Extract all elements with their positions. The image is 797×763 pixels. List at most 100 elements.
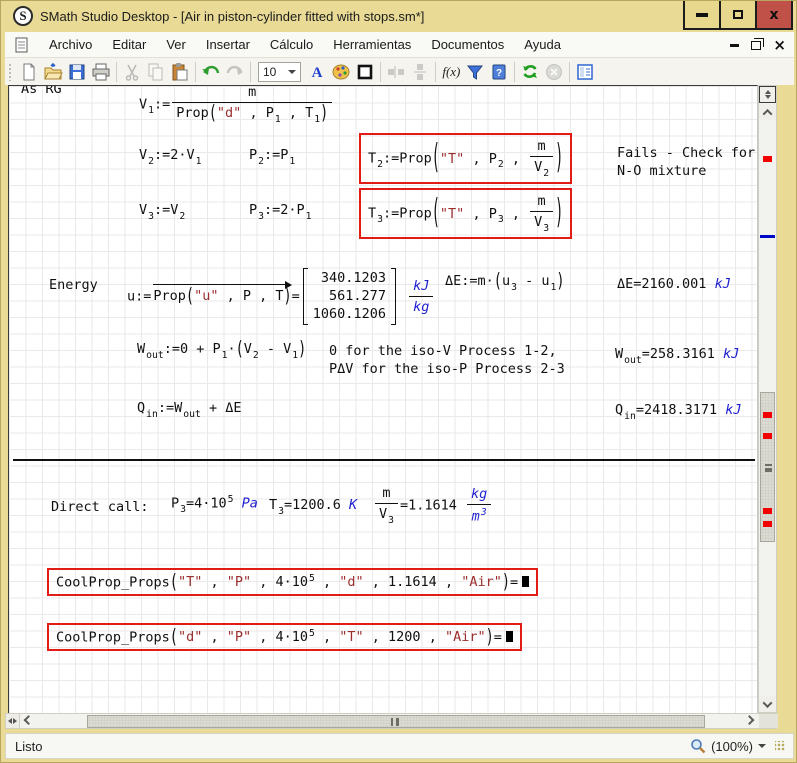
toolbar-grip[interactable] <box>8 63 13 81</box>
align-horizontal-button[interactable] <box>384 60 408 83</box>
result-placeholder <box>522 576 529 587</box>
paste-button[interactable] <box>168 60 192 83</box>
window-maximize-button[interactable] <box>719 1 757 30</box>
mdi-close-button[interactable]: × <box>773 38 786 53</box>
menu-archivo[interactable]: Archivo <box>39 33 102 56</box>
svg-text:?: ? <box>496 68 502 79</box>
mdi-minimize-button[interactable] <box>730 44 739 47</box>
eq-qin-definition[interactable]: Qin:=Wout + ΔE <box>137 399 241 421</box>
menu-herramientas[interactable]: Herramientas <box>323 33 421 56</box>
scroll-down-button[interactable] <box>759 696 776 712</box>
resize-grip[interactable] <box>775 741 785 751</box>
worksheet-canvas[interactable]: As RG V1:=mProp("d" , P1 , T1) V2:=2·V1 P2:… <box>8 85 758 713</box>
eq-p3-result[interactable]: P3=4·105 Pa <box>171 493 258 516</box>
undo-button[interactable] <box>199 60 223 83</box>
recalculate-button[interactable] <box>518 60 542 83</box>
menu-ver[interactable]: Ver <box>156 33 196 56</box>
text-energy-label[interactable]: Energy <box>49 276 98 294</box>
eq-v3-definition[interactable]: V3:=V2 <box>139 201 185 223</box>
copy-button[interactable] <box>144 60 168 83</box>
page-separator-line <box>13 459 755 461</box>
note-fails-check[interactable]: Fails - Check forN-O mixture <box>617 144 755 180</box>
save-button[interactable] <box>65 60 89 83</box>
eq-coolprop-call-1-error[interactable]: CoolProp_Props("T" , "P" , 4·105 , "d" ,… <box>47 568 538 596</box>
menu-ayuda[interactable]: Ayuda <box>514 33 571 56</box>
smath-logo-icon: S <box>13 6 33 26</box>
chevron-up-icon <box>763 108 773 118</box>
title-bar: S SMath Studio Desktop - [Air in piston-… <box>1 1 797 31</box>
palette-button[interactable] <box>329 60 353 83</box>
menu-documentos[interactable]: Documentos <box>421 33 514 56</box>
app-window: S SMath Studio Desktop - [Air in piston-… <box>0 0 797 763</box>
zoom-dropdown-caret-icon[interactable] <box>758 744 766 748</box>
toolbar: 10 A f(x) ? <box>5 58 794 85</box>
window-minimize-button[interactable] <box>683 1 721 30</box>
eq-delta-e-result[interactable]: ΔE=2160.001 kJ <box>617 275 731 293</box>
thumb-grip-icon <box>391 718 399 726</box>
function-insert-button[interactable]: f(x) <box>439 60 463 83</box>
svg-text:A: A <box>312 65 323 81</box>
redo-button[interactable] <box>223 60 247 83</box>
horizontal-scroll-thumb[interactable] <box>87 715 705 728</box>
zoom-level[interactable]: (100%) <box>711 739 753 754</box>
eq-t3-definition-error[interactable]: T3:=Prop("T" , P3 , mV3) <box>359 188 572 239</box>
options-panel-button[interactable] <box>573 60 597 83</box>
cut-button[interactable] <box>120 60 144 83</box>
new-document-button[interactable] <box>17 60 41 83</box>
scroll-up-button[interactable] <box>759 104 776 120</box>
split-view-button[interactable] <box>759 86 776 103</box>
eq-density-result[interactable]: mV3=1.1614 kgm3 <box>373 484 493 527</box>
error-position-marker <box>763 412 772 418</box>
status-message: Listo <box>15 739 42 754</box>
menu-insertar[interactable]: Insertar <box>196 33 260 56</box>
thumb-grip-icon <box>765 464 772 472</box>
status-bar: Listo (100%) <box>5 733 794 759</box>
close-icon: x <box>769 8 778 22</box>
font-size-value: 10 <box>263 65 276 79</box>
scroll-left-button[interactable] <box>21 714 36 728</box>
help-reference-button[interactable]: ? <box>487 60 511 83</box>
eq-delta-e-definition[interactable]: ΔE:=m·(u3 - u1) <box>445 272 564 294</box>
eq-t3-result[interactable]: T3=1200.6 K <box>269 496 357 518</box>
chevron-down-icon <box>763 698 773 708</box>
menu-editar[interactable]: Editar <box>102 33 156 56</box>
font-size-caret-icon <box>288 70 296 74</box>
document-icon <box>15 37 29 53</box>
eq-p2-definition[interactable]: P2:=P1 <box>249 146 295 168</box>
horizontal-scrollbar[interactable] <box>5 713 777 729</box>
note-iso-process[interactable]: 0 for the iso-V Process 1-2,PΔV for the … <box>329 342 565 378</box>
window-close-button[interactable]: x <box>755 1 793 30</box>
text-as-rg[interactable]: As RG <box>21 85 62 98</box>
eq-v1-definition[interactable]: V1:=mProp("d" , P1 , T1) <box>139 85 334 126</box>
menu-calculo[interactable]: Cálculo <box>260 33 323 56</box>
window-title: SMath Studio Desktop - [Air in piston-cy… <box>40 9 424 24</box>
result-placeholder <box>506 631 513 642</box>
eq-wout-definition[interactable]: Wout:=0 + P1·(V2 - V1) <box>137 340 306 362</box>
vertical-scrollbar[interactable] <box>758 85 777 713</box>
open-file-button[interactable] <box>41 60 65 83</box>
chevron-left-icon <box>24 715 34 725</box>
eq-qin-result[interactable]: Qin=2418.3171 kJ <box>615 401 742 423</box>
print-button[interactable] <box>89 60 113 83</box>
stop-calculation-button[interactable] <box>542 60 566 83</box>
eq-coolprop-call-2-error[interactable]: CoolProp_Props("d" , "P" , 4·105 , "T" ,… <box>47 623 522 651</box>
eq-wout-result[interactable]: Wout=258.3161 kJ <box>615 345 739 367</box>
filter-button[interactable] <box>463 60 487 83</box>
mdi-restore-button[interactable] <box>751 41 761 50</box>
font-color-button[interactable]: A <box>305 60 329 83</box>
border-button[interactable] <box>353 60 377 83</box>
font-size-select[interactable]: 10 <box>258 62 301 82</box>
eq-u-vector-result[interactable]: u:=Prop("u" , P , T)=340.1203561.2771060… <box>127 268 435 325</box>
scroll-right-button[interactable] <box>742 714 757 728</box>
text-direct-call-label[interactable]: Direct call: <box>51 498 149 516</box>
zoom-magnifier-icon <box>690 738 706 754</box>
eq-p3-definition[interactable]: P3:=2·P1 <box>249 201 312 223</box>
eq-v2-definition[interactable]: V2:=2·V1 <box>139 146 202 168</box>
eq-t2-definition-error[interactable]: T2:=Prop("T" , P2 , mV2) <box>359 133 572 184</box>
horizontal-split-button[interactable] <box>6 714 20 728</box>
scrollbar-corner <box>759 714 778 728</box>
error-position-marker <box>763 521 772 527</box>
minimize-icon <box>696 13 708 17</box>
align-vertical-button[interactable] <box>408 60 432 83</box>
chevron-right-icon <box>745 715 755 725</box>
